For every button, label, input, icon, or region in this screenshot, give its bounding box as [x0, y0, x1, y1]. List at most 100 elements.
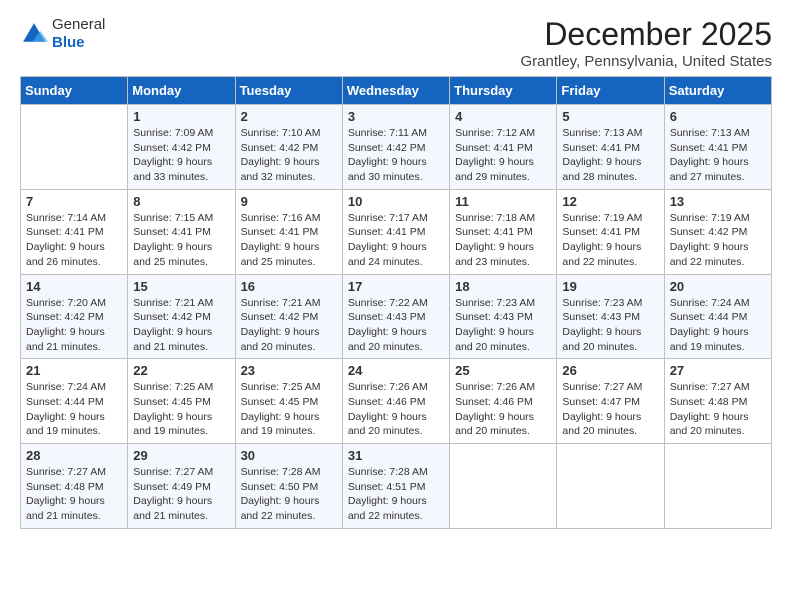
- cell-text: Sunrise: 7:23 AMSunset: 4:43 PMDaylight:…: [455, 296, 551, 355]
- day-number: 20: [670, 279, 766, 294]
- calendar-cell: 18 Sunrise: 7:23 AMSunset: 4:43 PMDayligh…: [450, 274, 557, 359]
- day-number: 13: [670, 194, 766, 209]
- cell-text: Sunrise: 7:27 AMSunset: 4:48 PMDaylight:…: [670, 380, 766, 439]
- day-number: 21: [26, 363, 122, 378]
- calendar-cell: 29 Sunrise: 7:27 AMSunset: 4:49 PMDayligh…: [128, 444, 235, 529]
- day-number: 12: [562, 194, 658, 209]
- day-number: 25: [455, 363, 551, 378]
- calendar-cell: 19Sunrise: 7:23 AMSunset: 4:43 PMDayligh…: [557, 274, 664, 359]
- calendar-cell: [450, 444, 557, 529]
- cell-text: Sunrise: 7:18 AMSunset: 4:41 PMDaylight:…: [455, 211, 551, 270]
- cell-text: Sunrise: 7:24 AMSunset: 4:44 PMDaylight:…: [26, 380, 122, 439]
- day-number: 30: [241, 448, 337, 463]
- calendar-cell: 16 Sunrise: 7:21 AMSunset: 4:42 PMDayligh…: [235, 274, 342, 359]
- cell-text: Sunrise: 7:15 AMSunset: 4:41 PMDaylight:…: [133, 211, 229, 270]
- cell-text: Sunrise: 7:28 AMSunset: 4:51 PMDaylight:…: [348, 465, 444, 524]
- calendar-cell: 3Sunrise: 7:11 AMSunset: 4:42 PMDaylight…: [342, 105, 449, 190]
- cell-text: Sunrise: 7:19 AMSunset: 4:42 PMDaylight:…: [670, 211, 766, 270]
- month-title: December 2025: [520, 16, 772, 53]
- calendar-cell: [557, 444, 664, 529]
- logo-text: General Blue: [52, 16, 105, 52]
- logo-icon: [20, 20, 48, 48]
- calendar-cell: 7 Sunrise: 7:14 AMSunset: 4:41 PMDaylight…: [21, 189, 128, 274]
- calendar-cell: 2 Sunrise: 7:10 AMSunset: 4:42 PMDaylight…: [235, 105, 342, 190]
- calendar-cell: [664, 444, 771, 529]
- day-number: 16: [241, 279, 337, 294]
- day-number: 28: [26, 448, 122, 463]
- calendar-cell: 17Sunrise: 7:22 AMSunset: 4:43 PMDayligh…: [342, 274, 449, 359]
- cell-text: Sunrise: 7:12 AMSunset: 4:41 PMDaylight:…: [455, 126, 551, 185]
- calendar-cell: 4Sunrise: 7:12 AMSunset: 4:41 PMDaylight…: [450, 105, 557, 190]
- cell-text: Sunrise: 7:13 AMSunset: 4:41 PMDaylight:…: [670, 126, 766, 185]
- day-number: 11: [455, 194, 551, 209]
- calendar-cell: 13 Sunrise: 7:19 AMSunset: 4:42 PMDayligh…: [664, 189, 771, 274]
- calendar-row: 1 Sunrise: 7:09 AMSunset: 4:42 PMDaylight…: [21, 105, 772, 190]
- day-number: 31: [348, 448, 444, 463]
- cell-text: Sunrise: 7:25 AMSunset: 4:45 PMDaylight:…: [133, 380, 229, 439]
- calendar-cell: 6Sunrise: 7:13 AMSunset: 4:41 PMDaylight…: [664, 105, 771, 190]
- calendar-cell: 10 Sunrise: 7:17 AMSunset: 4:41 PMDayligh…: [342, 189, 449, 274]
- calendar-cell: 27 Sunrise: 7:27 AMSunset: 4:48 PMDayligh…: [664, 359, 771, 444]
- day-number: 10: [348, 194, 444, 209]
- cell-text: Sunrise: 7:27 AMSunset: 4:49 PMDaylight:…: [133, 465, 229, 524]
- calendar-cell: 12 Sunrise: 7:19 AMSunset: 4:41 PMDayligh…: [557, 189, 664, 274]
- day-number: 1: [133, 109, 229, 124]
- calendar-cell: 30 Sunrise: 7:28 AMSunset: 4:50 PMDayligh…: [235, 444, 342, 529]
- cell-text: Sunrise: 7:20 AMSunset: 4:42 PMDaylight:…: [26, 296, 122, 355]
- cell-text: Sunrise: 7:09 AMSunset: 4:42 PMDaylight:…: [133, 126, 229, 185]
- title-block: December 2025 Grantley, Pennsylvania, Un…: [520, 16, 772, 70]
- cell-text: Sunrise: 7:27 AMSunset: 4:48 PMDaylight:…: [26, 465, 122, 524]
- header-cell: Tuesday: [235, 77, 342, 105]
- cell-text: Sunrise: 7:14 AMSunset: 4:41 PMDaylight:…: [26, 211, 122, 270]
- day-number: 22: [133, 363, 229, 378]
- calendar-cell: [21, 105, 128, 190]
- day-number: 23: [241, 363, 337, 378]
- day-number: 8: [133, 194, 229, 209]
- calendar-cell: 1 Sunrise: 7:09 AMSunset: 4:42 PMDaylight…: [128, 105, 235, 190]
- calendar-cell: 5 Sunrise: 7:13 AMSunset: 4:41 PMDaylight…: [557, 105, 664, 190]
- calendar-cell: 8 Sunrise: 7:15 AMSunset: 4:41 PMDaylight…: [128, 189, 235, 274]
- cell-text: Sunrise: 7:21 AMSunset: 4:42 PMDaylight:…: [241, 296, 337, 355]
- calendar-cell: 26 Sunrise: 7:27 AMSunset: 4:47 PMDayligh…: [557, 359, 664, 444]
- day-number: 2: [241, 109, 337, 124]
- calendar-cell: 31 Sunrise: 7:28 AMSunset: 4:51 PMDayligh…: [342, 444, 449, 529]
- day-number: 14: [26, 279, 122, 294]
- header-cell: Friday: [557, 77, 664, 105]
- day-number: 5: [562, 109, 658, 124]
- cell-text: Sunrise: 7:23 AMSunset: 4:43 PMDaylight:…: [562, 296, 658, 355]
- cell-text: Sunrise: 7:10 AMSunset: 4:42 PMDaylight:…: [241, 126, 337, 185]
- calendar-row: 14 Sunrise: 7:20 AMSunset: 4:42 PMDayligh…: [21, 274, 772, 359]
- cell-text: Sunrise: 7:22 AMSunset: 4:43 PMDaylight:…: [348, 296, 444, 355]
- calendar-cell: 14 Sunrise: 7:20 AMSunset: 4:42 PMDayligh…: [21, 274, 128, 359]
- header-cell: Saturday: [664, 77, 771, 105]
- cell-text: Sunrise: 7:26 AMSunset: 4:46 PMDaylight:…: [348, 380, 444, 439]
- cell-text: Sunrise: 7:17 AMSunset: 4:41 PMDaylight:…: [348, 211, 444, 270]
- cell-text: Sunrise: 7:28 AMSunset: 4:50 PMDaylight:…: [241, 465, 337, 524]
- day-number: 15: [133, 279, 229, 294]
- logo-general: General: [52, 16, 105, 34]
- cell-text: Sunrise: 7:27 AMSunset: 4:47 PMDaylight:…: [562, 380, 658, 439]
- day-number: 9: [241, 194, 337, 209]
- day-number: 29: [133, 448, 229, 463]
- calendar-cell: 22 Sunrise: 7:25 AMSunset: 4:45 PMDayligh…: [128, 359, 235, 444]
- cell-text: Sunrise: 7:26 AMSunset: 4:46 PMDaylight:…: [455, 380, 551, 439]
- header-row: SundayMondayTuesdayWednesdayThursdayFrid…: [21, 77, 772, 105]
- day-number: 27: [670, 363, 766, 378]
- calendar-body: 1 Sunrise: 7:09 AMSunset: 4:42 PMDaylight…: [21, 105, 772, 529]
- header-cell: Monday: [128, 77, 235, 105]
- cell-text: Sunrise: 7:13 AMSunset: 4:41 PMDaylight:…: [562, 126, 658, 185]
- calendar-row: 21 Sunrise: 7:24 AMSunset: 4:44 PMDayligh…: [21, 359, 772, 444]
- logo: General Blue: [20, 16, 105, 52]
- logo-blue: Blue: [52, 34, 105, 52]
- cell-text: Sunrise: 7:25 AMSunset: 4:45 PMDaylight:…: [241, 380, 337, 439]
- header-cell: Wednesday: [342, 77, 449, 105]
- day-number: 18: [455, 279, 551, 294]
- calendar-header: SundayMondayTuesdayWednesdayThursdayFrid…: [21, 77, 772, 105]
- calendar-table: SundayMondayTuesdayWednesdayThursdayFrid…: [20, 76, 772, 529]
- calendar-row: 28 Sunrise: 7:27 AMSunset: 4:48 PMDayligh…: [21, 444, 772, 529]
- day-number: 7: [26, 194, 122, 209]
- cell-text: Sunrise: 7:19 AMSunset: 4:41 PMDaylight:…: [562, 211, 658, 270]
- day-number: 24: [348, 363, 444, 378]
- day-number: 26: [562, 363, 658, 378]
- page-header: General Blue December 2025 Grantley, Pen…: [20, 16, 772, 70]
